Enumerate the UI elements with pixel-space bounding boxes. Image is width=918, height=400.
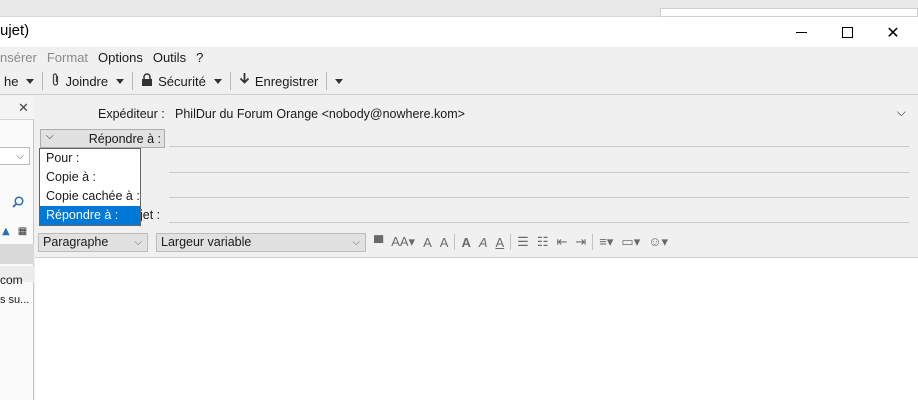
insert-image-icon[interactable]: ▭▾ [621, 234, 640, 250]
paragraph-format-value: Paragraphe [43, 234, 109, 249]
menu-help[interactable]: ? [196, 50, 203, 65]
attach-label: Joindre [65, 73, 109, 89]
contacts-sidebar: ✕ ⌵ ▲ ▦ com s su... [0, 96, 34, 400]
address-field[interactable] [169, 172, 909, 173]
chevron-down-icon[interactable]: ⌵ [897, 105, 906, 120]
align-icon[interactable]: ≡▾ [599, 234, 613, 250]
increase-font-size-icon[interactable]: A [440, 235, 449, 250]
search-icon[interactable] [12, 196, 24, 212]
paragraph-format-select[interactable]: Paragraphe ⌵ [38, 232, 148, 252]
security-label: Sécurité [158, 73, 206, 89]
underline-icon[interactable]: A [496, 235, 505, 250]
contact-email[interactable]: com [0, 273, 23, 287]
bullet-list-icon[interactable]: ☰ [517, 234, 529, 250]
format-toolbar: Paragraphe ⌵ Largeur variable ⌵ ▀ AA▾ A … [35, 230, 918, 254]
chevron-down-icon: ⌵ [134, 236, 142, 248]
sidebar-close-icon[interactable]: ✕ [18, 101, 29, 116]
chevron-down-icon: ⌵ [46, 131, 54, 142]
option-to[interactable]: Pour : [40, 149, 140, 168]
address-type-dropdown: Pour : Copie à : Copie cachée à : Répond… [39, 148, 141, 226]
close-icon: ✕ [886, 22, 900, 42]
toolbar-separator [229, 72, 231, 90]
toolbar-separator [592, 234, 594, 250]
download-arrow-icon [239, 73, 250, 89]
minimize-button[interactable] [778, 17, 824, 47]
menu-options[interactable]: Options [98, 50, 143, 65]
save-dropdown-arrow[interactable] [335, 78, 344, 84]
decrease-font-size-icon[interactable]: A [423, 235, 432, 250]
security-dropdown-arrow[interactable] [213, 78, 222, 84]
menu-insert[interactable]: nsérer [0, 50, 37, 65]
addressbook-select[interactable]: ⌵ [0, 147, 30, 165]
message-body-editor[interactable] [35, 257, 918, 400]
chevron-down-icon: ⌵ [352, 236, 360, 248]
emoticon-icon[interactable]: ☺▾ [648, 234, 668, 250]
save-button[interactable]: Enregistrer [235, 70, 323, 92]
option-cc[interactable]: Copie à : [40, 168, 140, 187]
attach-button[interactable]: Joindre [47, 70, 112, 92]
toolbar-separator [132, 72, 134, 90]
maximize-icon [841, 26, 853, 38]
contact-name[interactable]: s su... [0, 294, 29, 306]
toolbar-separator [42, 72, 44, 90]
subject-field[interactable] [169, 222, 909, 223]
compose-header: Expéditeur : PhilDur du Forum Orange <no… [35, 96, 918, 230]
toolbar-separator [510, 234, 512, 250]
toolbar-separator [326, 72, 328, 90]
numbered-list-icon[interactable]: ☷ [537, 234, 549, 250]
menubar: nsérer Format Options Outils ? [0, 47, 918, 67]
window-titlebar: ujet) ✕ [0, 17, 918, 47]
menu-format[interactable]: Format [47, 50, 88, 65]
option-bcc[interactable]: Copie cachée à : [40, 187, 140, 206]
sidebar-header-row [0, 244, 34, 264]
attach-dropdown-arrow[interactable] [116, 78, 125, 84]
background-field [660, 8, 918, 17]
italic-icon[interactable]: A [479, 235, 488, 250]
compose-toolbar: he Joindre Sécurité Enregistrer [0, 68, 918, 95]
minimize-icon [795, 31, 807, 33]
font-value: Largeur variable [161, 234, 252, 249]
address-field[interactable] [169, 146, 909, 147]
security-button[interactable]: Sécurité [137, 70, 210, 92]
indent-icon[interactable]: ⇥ [575, 234, 586, 250]
spelling-button[interactable]: he [0, 70, 22, 92]
font-select[interactable]: Largeur variable ⌵ [156, 232, 366, 252]
text-color-icon[interactable]: ▀ [374, 235, 383, 250]
menu-tools[interactable]: Outils [153, 50, 186, 65]
address-type-button[interactable]: ⌵ Répondre à : [40, 129, 165, 148]
bold-icon[interactable]: A [461, 235, 470, 250]
from-label: Expéditeur : [98, 107, 165, 121]
paperclip-icon [51, 72, 60, 90]
option-reply-to[interactable]: Répondre à : [40, 206, 140, 225]
spelling-label: he [4, 73, 19, 89]
address-field[interactable] [169, 197, 909, 198]
outdent-icon[interactable]: ⇤ [556, 234, 567, 250]
maximize-button[interactable] [824, 17, 870, 47]
close-button[interactable]: ✕ [870, 17, 916, 47]
column-picker-icon[interactable]: ▦ [18, 226, 27, 237]
font-size-icon[interactable]: AA▾ [391, 234, 415, 250]
sidebar-column-icons: ▲ ▦ [2, 226, 27, 237]
spelling-dropdown-arrow[interactable] [26, 78, 35, 84]
from-select[interactable]: PhilDur du Forum Orange <nobody@nowhere.… [175, 107, 465, 121]
address-type-label: Répondre à : [88, 132, 161, 146]
background-window-strip [0, 0, 918, 17]
save-label: Enregistrer [254, 73, 319, 89]
lock-icon [141, 73, 153, 89]
toolbar-separator [454, 234, 456, 250]
window-title: ujet) [0, 22, 30, 39]
subject-label: jet : [140, 208, 161, 222]
sort-up-icon[interactable]: ▲ [2, 226, 10, 237]
chevron-down-icon: ⌵ [16, 151, 24, 162]
